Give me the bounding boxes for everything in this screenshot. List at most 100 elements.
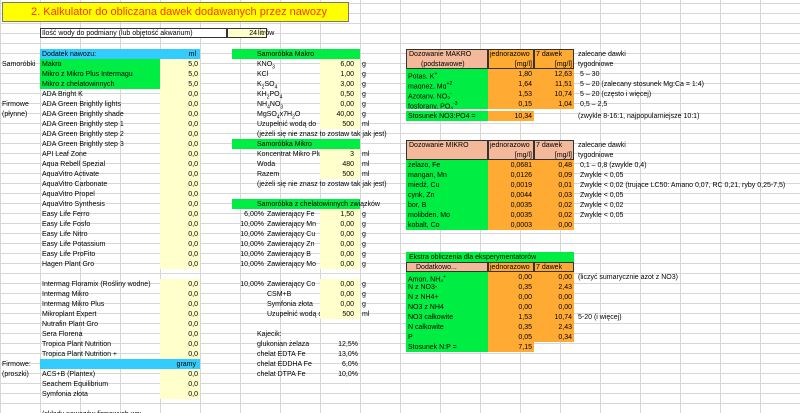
extra-val2: 0,00 xyxy=(558,274,572,281)
makro-unit: g xyxy=(362,111,366,118)
dmikro-val2: 0,48 xyxy=(558,162,572,169)
fert-input[interactable]: 5,0 xyxy=(160,70,198,79)
fert-name: Intermag Mikro Plus xyxy=(42,301,105,308)
dmakro-col2: 7 dawek xyxy=(536,51,563,58)
fert-input[interactable]: 0,0 xyxy=(160,370,198,379)
makro-input[interactable]: 40,00 xyxy=(320,110,354,119)
fert-input[interactable]: 0,0 xyxy=(160,130,198,139)
extra-name: Amon, NH4+ xyxy=(408,274,446,282)
dmikro-val1: 0,0044 xyxy=(510,192,532,199)
volume-input[interactable]: 24 xyxy=(227,29,257,38)
fert-input[interactable]: 0,0 xyxy=(160,330,198,339)
fert-name: Mikro z Mikro Plus Intermagu xyxy=(42,71,133,78)
chel-input[interactable]: 0,00 xyxy=(320,260,354,269)
chel-unit: g xyxy=(362,211,366,218)
extra-val2: 0,00 xyxy=(558,294,572,301)
chel-unit: g xyxy=(362,281,366,288)
fert-input[interactable]: 0,0 xyxy=(160,290,198,299)
dmakro-name: magnez, Mg+2 xyxy=(408,81,453,89)
fert-name: Easy Life Potassium xyxy=(42,241,106,248)
fert-input[interactable]: 0,0 xyxy=(160,220,198,229)
fert-input[interactable]: 0,0 xyxy=(160,200,198,209)
mikro-header: Samoróbka Mikro xyxy=(257,141,312,148)
chel-input[interactable]: 500 xyxy=(320,310,354,319)
fert-name: Seachem Equilibrium xyxy=(42,381,109,388)
chel-input[interactable]: 0,00 xyxy=(320,250,354,259)
fert-name: Intermag Floramix (Rośliny wodne) xyxy=(42,281,151,288)
fert-input[interactable]: 0,0 xyxy=(160,190,198,199)
fert-input[interactable]: 0,0 xyxy=(160,120,198,129)
fert-name: Intermag Mikro xyxy=(42,291,89,298)
fert-input[interactable]: 0,0 xyxy=(160,110,198,119)
dmikro-rec-value xyxy=(580,221,795,230)
fert-input[interactable]: 0,0 xyxy=(160,390,198,399)
fert-input[interactable]: 0,0 xyxy=(160,260,198,269)
fert-input[interactable]: 0,0 xyxy=(160,300,198,309)
chel-input[interactable]: 0,00 xyxy=(320,240,354,249)
fert-input[interactable]: 5,0 xyxy=(160,80,198,89)
fert-input[interactable]: 0,0 xyxy=(160,160,198,169)
fert-input[interactable]: 0,0 xyxy=(160,230,198,239)
dmikro-val2: 0,00 xyxy=(558,222,572,229)
makro-input[interactable]: 0,50 xyxy=(320,90,354,99)
fert-name: ADA Green Brightly step 2 xyxy=(42,131,124,138)
dmikro-rec-value: Zwykle < 0,05 xyxy=(580,172,624,179)
fert-name: Symfonia złota xyxy=(42,391,88,398)
chel-input[interactable]: 0,00 xyxy=(320,300,354,309)
mikro-input[interactable]: 480 xyxy=(320,160,354,169)
fert-input[interactable]: 0,0 xyxy=(160,210,198,219)
mikro-input[interactable]: 3 xyxy=(320,150,354,159)
makro-header: Samoróbka Makro xyxy=(257,51,315,58)
fert-input[interactable]: 0,0 xyxy=(160,150,198,159)
makro-input[interactable]: 6,00 xyxy=(320,60,354,69)
chel-input[interactable]: 0,00 xyxy=(320,290,354,299)
fert-input[interactable]: 0,0 xyxy=(160,310,198,319)
fert-input[interactable]: 0,0 xyxy=(160,240,198,249)
section-powder-sub: (proszki) xyxy=(2,371,29,378)
dmakro-ratio-value: 10,34 xyxy=(514,113,532,120)
dmikro-unit2: [mg/l] xyxy=(554,152,572,159)
fert-input[interactable]: 0,0 xyxy=(160,280,198,289)
fert-name: ADA Green Brightly step 3 xyxy=(42,141,124,148)
fert-input[interactable]: 0,0 xyxy=(160,340,198,349)
dmikro-rec-value: 0,1 – 0,8 (zwykle 0,4) xyxy=(580,162,647,169)
extra-val1: 0,00 xyxy=(518,294,532,301)
mikro-input[interactable]: 500 xyxy=(320,170,354,179)
fert-input[interactable]: 0,0 xyxy=(160,100,198,109)
kajecik-value: 10,0% xyxy=(338,371,358,378)
chel-input[interactable]: 0,00 xyxy=(320,220,354,229)
chel-input[interactable]: 0,00 xyxy=(320,230,354,239)
fert-input[interactable]: 0,0 xyxy=(160,180,198,189)
fert-name: Easy Life Ferro xyxy=(42,211,90,218)
makro-input[interactable]: 3,00 xyxy=(320,80,354,89)
dmikro-val1: 0,0681 xyxy=(510,162,532,169)
chel-unit: g xyxy=(362,251,366,258)
powder-header-unit: gramy xyxy=(176,361,196,368)
fert-header: Dodatek nawozu: xyxy=(42,51,97,58)
chel-unit: g xyxy=(362,261,366,268)
fert-input[interactable]: 5,0 xyxy=(160,60,198,69)
fert-input[interactable]: 0,0 xyxy=(160,320,198,329)
fert-input[interactable]: 0,0 xyxy=(160,140,198,149)
fert-input[interactable]: 0,0 xyxy=(160,250,198,259)
makro-input[interactable]: 0,00 xyxy=(320,100,354,109)
fert-input[interactable]: 0,0 xyxy=(160,90,198,99)
fert-input[interactable]: 0,0 xyxy=(160,380,198,389)
chel-input[interactable]: 0,00 xyxy=(320,280,354,289)
extra-name: P xyxy=(408,334,413,341)
dmakro-val1: 0,15 xyxy=(518,101,532,108)
dmakro-val1: 1,53 xyxy=(518,91,532,98)
dmikro-title: Dozowanie MIKRO xyxy=(409,142,469,149)
fert-name: Easy Life ProFito xyxy=(42,251,96,258)
dmikro-name: molibden, Mo xyxy=(408,212,451,219)
fert-input[interactable]: 0,0 xyxy=(160,170,198,179)
chel-input[interactable]: 1,50 xyxy=(320,210,354,219)
makro-water-input[interactable]: 500 xyxy=(320,120,354,129)
dmikro-val2: 0,01 xyxy=(558,182,572,189)
fert-input[interactable]: 0,0 xyxy=(160,350,198,359)
extra-col0: Dodatkowo... xyxy=(416,264,457,271)
section-homemade: Samoróbki xyxy=(2,61,36,68)
dmikro-val2: 0,02 xyxy=(558,202,572,209)
makro-input[interactable]: 1,00 xyxy=(320,70,354,79)
extra-val2: 2,43 xyxy=(558,284,572,291)
